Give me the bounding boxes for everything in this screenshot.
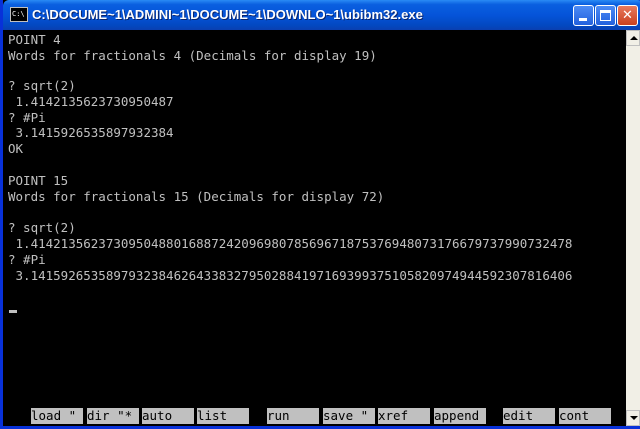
fkey-xref[interactable]: xref xyxy=(378,408,430,424)
console-line: 1.4142135623730950487 xyxy=(8,94,174,109)
maximize-button[interactable] xyxy=(595,5,616,26)
fkey-list[interactable]: list xyxy=(197,408,249,424)
minimize-button[interactable] xyxy=(573,5,594,26)
console-window: C:\ C:\DOCUME~1\ADMINI~1\DOCUME~1\DOWNLO… xyxy=(0,0,640,429)
console-line: ? #Pi xyxy=(8,110,46,125)
console-line: Words for fractionals 15 (Decimals for d… xyxy=(8,189,385,204)
scroll-up-button[interactable] xyxy=(626,30,640,46)
console-icon[interactable]: C:\ xyxy=(10,7,28,22)
console-line: POINT 4 xyxy=(8,32,61,47)
console-line: OK xyxy=(8,141,24,156)
maximize-icon xyxy=(600,10,611,21)
console-line: 1.41421356237309504880168872420969807856… xyxy=(8,236,573,251)
fkey-dir[interactable]: dir "* xyxy=(87,408,139,424)
function-key-bar: load " dir "* auto list run save " xref … xyxy=(6,408,626,424)
arrow-down-icon xyxy=(630,416,638,420)
console-line: ? sqrt(2) xyxy=(8,220,76,235)
console-line: 3.14159265358979323846264338327950288419… xyxy=(8,268,573,283)
console-output[interactable]: POINT 4 Words for fractionals 4 (Decimal… xyxy=(6,30,626,426)
fkey-save[interactable]: save " xyxy=(323,408,375,424)
console-line: ? #Pi xyxy=(8,252,46,267)
fkey-run[interactable]: run xyxy=(267,408,319,424)
text-cursor xyxy=(9,310,17,313)
fkey-edit[interactable]: edit xyxy=(503,408,555,424)
scroll-down-button[interactable] xyxy=(626,410,640,426)
console-line: Words for fractionals 4 (Decimals for di… xyxy=(8,48,377,63)
close-icon: ✕ xyxy=(622,8,633,23)
fkey-append[interactable]: append xyxy=(434,408,486,424)
window-title: C:\DOCUME~1\ADMINI~1\DOCUME~1\DOWNLO~1\u… xyxy=(32,7,423,22)
title-bar[interactable]: C:\ C:\DOCUME~1\ADMINI~1\DOCUME~1\DOWNLO… xyxy=(3,0,640,30)
console-line: POINT 15 xyxy=(8,173,69,188)
fkey-auto[interactable]: auto xyxy=(142,408,194,424)
minimize-icon xyxy=(579,18,587,21)
console-line: ? sqrt(2) xyxy=(8,78,76,93)
fkey-cont[interactable]: cont xyxy=(559,408,611,424)
vertical-scrollbar[interactable] xyxy=(626,30,640,426)
close-button[interactable]: ✕ xyxy=(617,5,638,26)
console-line: 3.1415926535897932384 xyxy=(8,125,174,140)
fkey-load[interactable]: load " xyxy=(31,408,83,424)
arrow-up-icon xyxy=(630,36,638,40)
